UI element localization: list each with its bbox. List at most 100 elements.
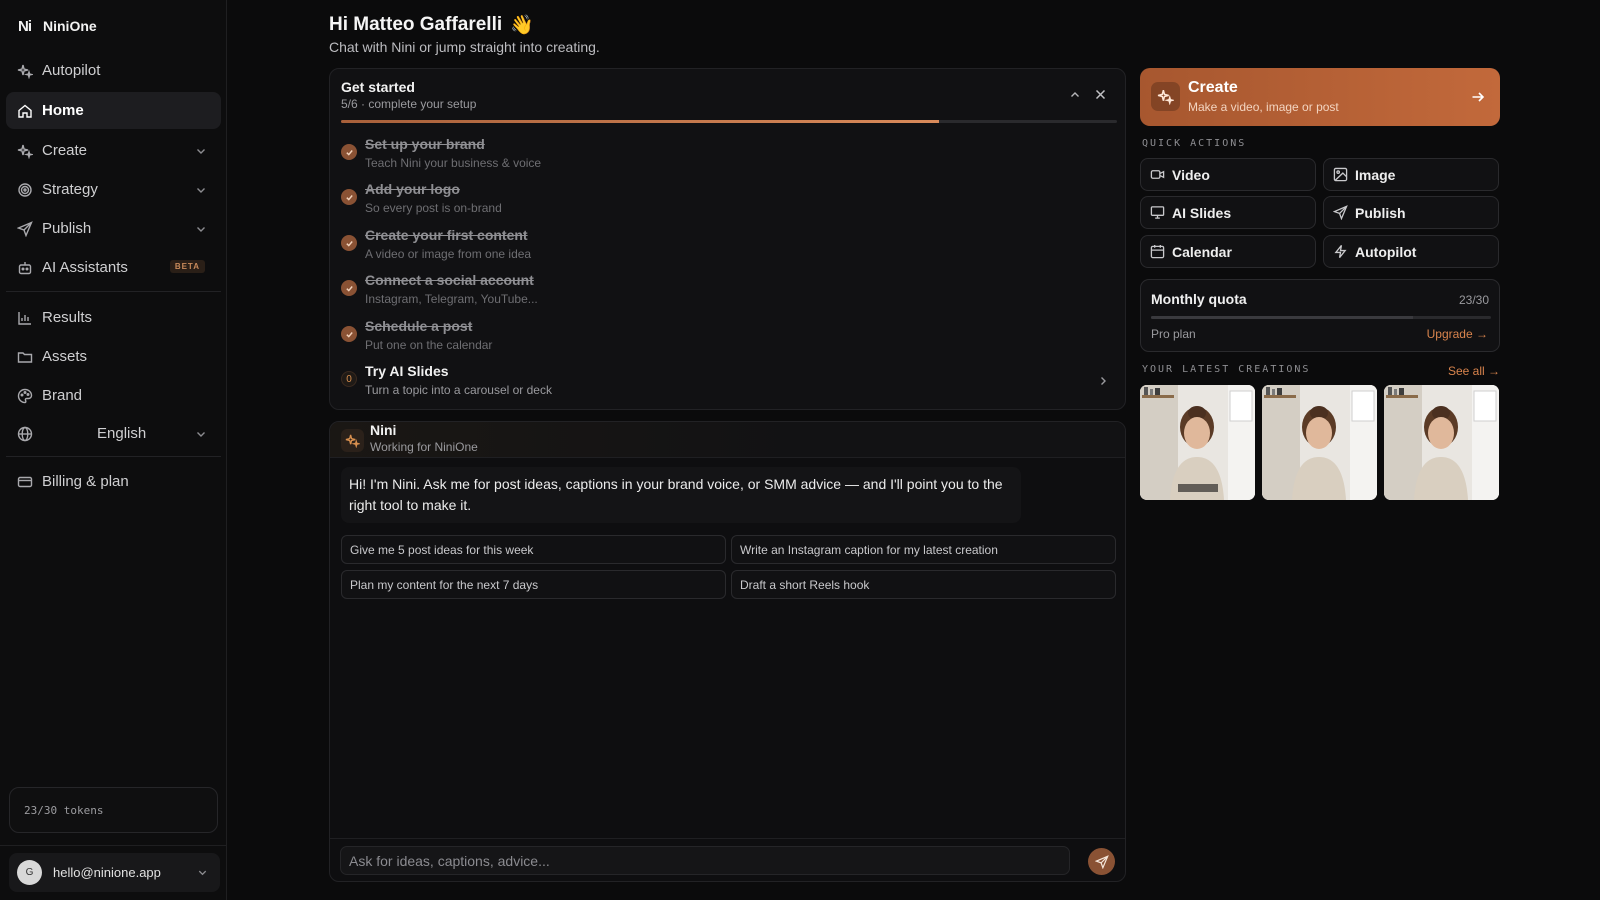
account-menu[interactable]: G hello@ninione.app	[9, 853, 220, 892]
step-create-first-content[interactable]: Create your first content A video or ima…	[341, 227, 1117, 269]
step-try-ai-slides[interactable]: 0 Try AI Slides Turn a topic into a caro…	[341, 363, 1117, 405]
video-icon	[1150, 167, 1165, 182]
sidebar-divider	[6, 456, 221, 457]
sidebar-item-label: Home	[42, 102, 84, 119]
robot-icon	[17, 260, 33, 276]
send-icon	[1094, 854, 1109, 869]
assistant-message: Hi! I'm Nini. Ask me for post ideas, cap…	[341, 467, 1021, 523]
sidebar-item-results[interactable]: Results	[6, 299, 221, 336]
send-button[interactable]	[1088, 848, 1115, 875]
quick-action-publish[interactable]: Publish	[1323, 196, 1499, 229]
create-button[interactable]: Create Make a video, image or post	[1140, 68, 1500, 126]
portrait-thumbnail-image	[1262, 385, 1377, 500]
sparkle-icon	[17, 63, 33, 79]
sidebar-item-assets[interactable]: Assets	[6, 338, 221, 375]
portrait-thumbnail-image	[1384, 385, 1499, 500]
step-title: Set up your brand	[365, 136, 485, 152]
sidebar-item-billing[interactable]: Billing & plan	[6, 463, 221, 500]
sidebar-item-home[interactable]: Home	[6, 92, 221, 129]
step-description: A video or image from one idea	[365, 247, 532, 261]
quick-action-calendar[interactable]: Calendar	[1140, 235, 1316, 268]
account-email: hello@ninione.app	[53, 865, 161, 880]
assistant-name: Nini	[370, 422, 397, 438]
chevron-down-icon	[195, 145, 207, 157]
step-description: Teach Nini your business & voice	[365, 156, 542, 170]
check-icon	[341, 326, 357, 342]
step-description: Turn a topic into a carousel or deck	[365, 383, 552, 397]
chevron-up-icon[interactable]	[1069, 89, 1081, 101]
send-icon	[1333, 205, 1348, 220]
folder-icon	[17, 349, 33, 365]
bar-chart-icon	[17, 310, 33, 326]
sidebar-item-brand[interactable]: Brand	[6, 377, 221, 414]
step-title: Add your logo	[365, 181, 460, 197]
sidebar-item-label: AI Assistants	[42, 259, 128, 276]
chat-header: Nini Working for NiniOne	[330, 422, 1125, 458]
upgrade-link[interactable]: Upgrade →	[1427, 327, 1488, 341]
quick-action-video[interactable]: Video	[1140, 158, 1316, 191]
get-started-title: Get started	[341, 79, 415, 95]
quick-action-autopilot[interactable]: Autopilot	[1323, 235, 1499, 268]
sidebar-divider	[6, 291, 221, 292]
close-icon[interactable]	[1094, 88, 1107, 101]
sidebar-item-label: Publish	[42, 220, 92, 237]
sidebar-item-create[interactable]: Create	[6, 132, 221, 169]
step-add-logo[interactable]: Add your logo So every post is on-brand	[341, 181, 1117, 223]
sidebar-item-label: Brand	[42, 387, 83, 404]
chat-input[interactable]	[340, 846, 1070, 875]
get-started-card: Get started 5/6 · complete your setup Se…	[329, 68, 1126, 410]
creation-thumbnail[interactable]	[1140, 385, 1255, 500]
step-title: Schedule a post	[365, 318, 473, 334]
sidebar-item-strategy[interactable]: Strategy	[6, 171, 221, 208]
greeting-text: Hi Matteo Gaffarelli	[329, 14, 503, 35]
creation-thumbnail[interactable]	[1262, 385, 1377, 500]
palette-icon	[17, 388, 33, 404]
home-icon	[17, 103, 33, 119]
suggestion-chip[interactable]: Give me 5 post ideas for this week	[341, 535, 726, 564]
step-description: So every post is on-brand	[365, 201, 502, 215]
sidebar-item-ai-assistants[interactable]: AI Assistants BETA	[6, 249, 221, 286]
chevron-right-icon	[1097, 375, 1109, 387]
check-icon	[341, 144, 357, 160]
step-number: 0	[341, 371, 357, 387]
see-all-link[interactable]: See all →	[1448, 364, 1500, 378]
monthly-quota-card: Monthly quota 23/30 Pro plan Upgrade →	[1140, 279, 1500, 352]
step-set-up-brand[interactable]: Set up your brand Teach Nini your busine…	[341, 136, 1117, 178]
setup-progress-fill	[341, 120, 939, 123]
quota-bar-fill	[1151, 316, 1413, 319]
calendar-icon	[1150, 244, 1165, 259]
quick-action-label: Autopilot	[1355, 243, 1417, 260]
quick-action-image[interactable]: Image	[1323, 158, 1499, 191]
step-schedule-post[interactable]: Schedule a post Put one on the calendar	[341, 318, 1117, 360]
check-icon	[341, 280, 357, 296]
sparkle-icon	[17, 143, 33, 159]
quick-action-label: Calendar	[1172, 243, 1232, 260]
sidebar-item-label: Assets	[42, 348, 88, 365]
brand-logo: Ni	[18, 17, 32, 35]
quick-action-ai-slides[interactable]: AI Slides	[1140, 196, 1316, 229]
latest-creations-label: YOUR LATEST CREATIONS	[1142, 364, 1311, 375]
sidebar-item-label: Create	[42, 142, 88, 159]
language-select[interactable]: English	[6, 415, 221, 452]
creation-thumbnail[interactable]	[1384, 385, 1499, 500]
sidebar-item-label: Billing & plan	[42, 473, 129, 490]
sidebar: Ni NiniOne Autopilot Home Create Strateg…	[0, 0, 227, 900]
suggestion-chip[interactable]: Plan my content for the next 7 days	[341, 570, 726, 599]
brand[interactable]: Ni NiniOne	[18, 16, 97, 36]
step-connect-social[interactable]: Connect a social account Instagram, Tele…	[341, 272, 1117, 314]
page-title: Hi Matteo Gaffarelli 👋	[329, 13, 534, 37]
sidebar-item-autopilot[interactable]: Autopilot	[6, 52, 221, 89]
sidebar-item-publish[interactable]: Publish	[6, 210, 221, 247]
beta-badge: BETA	[169, 260, 205, 273]
chevron-down-icon	[195, 223, 207, 235]
chevron-down-icon	[197, 867, 208, 878]
suggestion-chip[interactable]: Write an Instagram caption for my latest…	[731, 535, 1116, 564]
tokens-counter: 23/30 tokens	[9, 787, 218, 833]
bolt-icon	[1333, 244, 1348, 259]
globe-icon	[17, 426, 33, 442]
suggestion-chip[interactable]: Draft a short Reels hook	[731, 570, 1116, 599]
brand-name: NiniOne	[43, 18, 97, 34]
chevron-down-icon	[195, 428, 207, 440]
quick-action-label: Publish	[1355, 204, 1406, 221]
portrait-thumbnail-image	[1140, 385, 1255, 500]
